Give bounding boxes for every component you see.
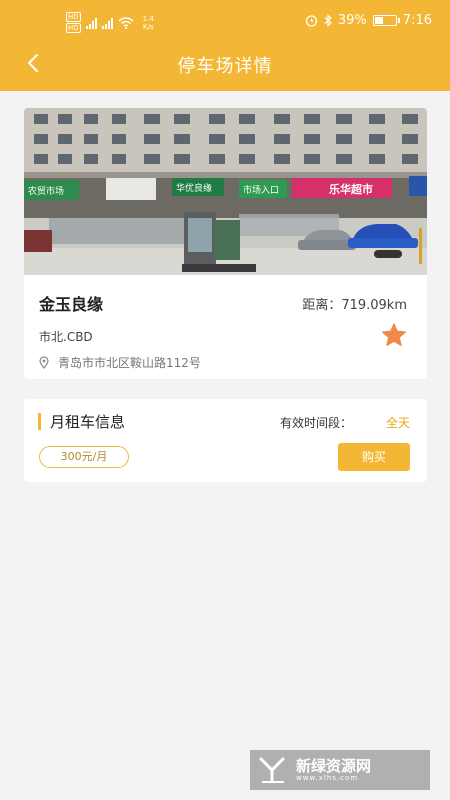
monthly-rent-card: 月租车信息 有效时间段： 全天 300元/月 购买 [24,399,427,482]
sim-indicators: HD HD [66,12,81,33]
sim2-badge: HD [66,23,81,33]
lot-district: 市北.CBD [39,330,93,344]
battery-percent: 39% [337,13,367,28]
watermark-url: www.xlhs.com [296,774,359,782]
signal-icon [85,17,97,29]
net-speed: 1.4 K/s [143,15,154,31]
parking-lot-card: 农贸市场 华优良缘 市场入口 乐华超市 金玉良缘 距离：719.09km 市北.… [24,108,427,379]
address-row: 青岛市市北区鞍山路112号 [39,354,201,371]
status-bar: HD HD 1.4 K/s 39% 7:16 [0,0,450,40]
section-accent-bar [38,413,41,430]
watermark-text-block: 新绿资源网 www.xlhs.com [296,758,371,782]
location-pin-icon [39,356,49,369]
battery-icon [372,15,400,26]
rent-section-title: 月租车信息 [50,413,126,431]
lot-address: 青岛市市北区鞍山路112号 [58,356,201,370]
signal-icon-2 [101,17,113,29]
star-icon [382,323,406,346]
price-tag: 300元/月 [39,446,129,468]
bluetooth-icon [324,14,332,27]
header-bar: HD HD 1.4 K/s 39% 7:16 停车场详情 [0,0,450,91]
watermark-logo-icon [258,756,286,783]
favorite-button[interactable] [381,322,407,348]
alarm-icon [305,15,318,27]
photo-sign-4: 乐华超市 [329,182,373,196]
clock: 7:16 [402,13,432,28]
sim1-badge: HD [66,12,81,22]
wifi-icon [118,16,134,29]
photo-sign-2: 华优良缘 [176,182,212,194]
status-right: 39% 7:16 [305,13,432,28]
photo-sign-3: 市场入口 [243,184,279,196]
net-speed-value: 1.4 [142,14,154,23]
lot-name: 金玉良缘 [39,295,104,314]
status-left: HD HD 1.4 K/s [66,12,154,33]
net-speed-unit: K/s [142,22,154,31]
watermark: 新绿资源网 www.xlhs.com [250,750,430,790]
page-title: 停车场详情 [177,56,273,77]
period-label: 有效时间段： [280,416,353,430]
lot-distance: 距离：719.09km [302,298,407,313]
buy-button[interactable]: 购买 [338,443,410,471]
photo-sign-1: 农贸市场 [28,185,64,197]
watermark-text: 新绿资源网 [296,757,372,775]
parking-lot-photo: 农贸市场 华优良缘 市场入口 乐华超市 [24,108,427,275]
period-value: 全天 [385,416,410,430]
